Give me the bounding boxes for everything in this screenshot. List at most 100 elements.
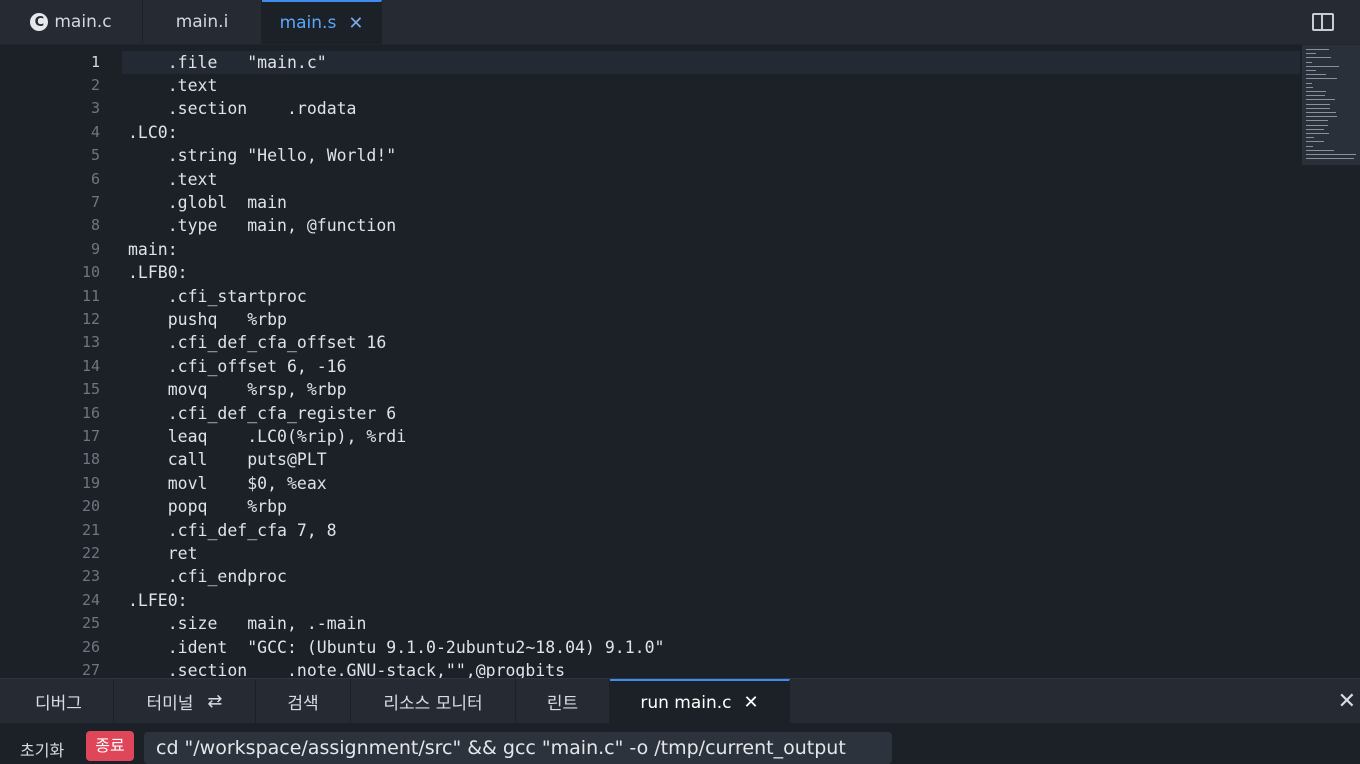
code-line[interactable]: 22 ret: [0, 542, 1300, 565]
code-text: .LFE0:: [128, 590, 188, 610]
code-line[interactable]: 10 .LFB0:: [0, 261, 1300, 284]
tab-label: 디버그: [35, 694, 82, 714]
tab-search[interactable]: 검색: [256, 679, 351, 724]
c-language-icon: C: [30, 13, 49, 31]
code-line[interactable]: 18 call puts@PLT: [0, 448, 1300, 471]
split-editor-icon[interactable]: [1312, 13, 1334, 31]
code-line[interactable]: 17 leaq .LC0(%rip), %rdi: [0, 425, 1300, 448]
tab-main-c[interactable]: C main.c: [0, 0, 143, 44]
code-line[interactable]: 20 popq %rbp: [0, 495, 1300, 518]
code-line[interactable]: 11 .cfi_startproc: [0, 285, 1300, 308]
code-text: pushq %rbp: [128, 309, 287, 329]
tab-lint[interactable]: 린트: [516, 679, 610, 724]
tab-resource-monitor[interactable]: 리소스 모니터: [351, 679, 516, 724]
line-number: 23: [81, 567, 100, 586]
code-text: .LFB0:: [128, 263, 188, 283]
code-text: .cfi_startproc: [128, 286, 307, 306]
tab-terminal[interactable]: 터미널 ⇄: [114, 679, 256, 724]
tab-run-main-c[interactable]: run main.c ✕: [610, 679, 790, 724]
code-line[interactable]: 7 .globl main: [0, 191, 1300, 214]
code-line[interactable]: 23 .cfi_endproc: [0, 565, 1300, 588]
line-number: 26: [81, 637, 100, 656]
close-tab-icon[interactable]: ✕: [348, 13, 363, 34]
minimap-line: [1306, 91, 1326, 92]
line-number: 13: [81, 333, 100, 352]
bottom-panel-tabs: 디버그 터미널 ⇄ 검색 리소스 모니터 린트 run main.c ✕ ✕: [0, 678, 1360, 724]
minimap-line: [1306, 78, 1337, 80]
line-number: 12: [81, 309, 100, 328]
line-number: 24: [81, 590, 100, 609]
minimap-line: [1306, 158, 1355, 160]
code-line[interactable]: 26 .ident "GCC: (Ubuntu 9.1.0-2ubuntu2~1…: [0, 636, 1300, 659]
tab-label: main.s: [279, 13, 337, 33]
minimap-line: [1306, 86, 1313, 88]
code-line[interactable]: 16 .cfi_def_cfa_register 6: [0, 402, 1300, 425]
line-number: 22: [81, 543, 100, 562]
minimap-line: [1306, 145, 1313, 147]
minimap-line: [1306, 107, 1331, 109]
code-editor[interactable]: 1 .file "main.c" 2 .text 3 .section .rodat…: [0, 45, 1360, 678]
line-number: 20: [81, 497, 100, 516]
code-line[interactable]: 15 movq %rsp, %rbp: [0, 378, 1300, 401]
close-tab-icon[interactable]: ✕: [744, 692, 759, 713]
code-line[interactable]: 2 .text: [0, 74, 1300, 97]
code-line[interactable]: 13 .cfi_def_cfa_offset 16: [0, 331, 1300, 354]
tab-main-s[interactable]: main.s ✕: [262, 0, 382, 44]
tab-label: run main.c: [640, 692, 732, 713]
line-number: 17: [81, 426, 100, 445]
code-line[interactable]: 27 .section .note.GNU-stack,"",@progbits: [0, 659, 1300, 678]
code-text: call puts@PLT: [128, 450, 327, 470]
code-line[interactable]: 12 pushq %rbp: [0, 308, 1300, 331]
line-number: 27: [81, 660, 100, 678]
refresh-icon[interactable]: ⇄: [207, 691, 222, 712]
tab-label: 리소스 모니터: [383, 694, 483, 714]
tab-main-i[interactable]: main.i: [143, 0, 262, 44]
line-number: 19: [81, 473, 100, 492]
line-number: 25: [81, 614, 100, 633]
tab-debug[interactable]: 디버그: [4, 679, 114, 724]
code-line[interactable]: 9 main:: [0, 238, 1300, 261]
command-output: cd "/workspace/assignment/src" && gcc "m…: [144, 732, 892, 764]
code-line[interactable]: 6 .text: [0, 168, 1300, 191]
stop-button[interactable]: 종료: [86, 731, 134, 761]
code-line[interactable]: 24 .LFE0:: [0, 589, 1300, 612]
minimap-line: [1306, 124, 1328, 126]
code-line[interactable]: 25 .size main, .-main: [0, 612, 1300, 635]
code-line[interactable]: 3 .section .rodata: [0, 97, 1300, 120]
minimap-line: [1306, 61, 1312, 63]
close-panel-icon[interactable]: ✕: [1338, 689, 1356, 714]
code-text: movl $0, %eax: [128, 473, 327, 493]
code-line[interactable]: 8 .type main, @function: [0, 214, 1300, 237]
minimap-line: [1306, 120, 1328, 122]
minimap-line: [1306, 53, 1316, 55]
tab-label: main.i: [175, 12, 229, 32]
line-number: 16: [81, 403, 100, 422]
code-line[interactable]: 5 .string "Hello, World!": [0, 144, 1300, 167]
code-text: .type main, @function: [128, 216, 397, 236]
code-text: .cfi_endproc: [128, 567, 287, 587]
line-number: 11: [81, 286, 100, 305]
code-text: .text: [128, 169, 218, 189]
code-line[interactable]: 4 .LC0:: [0, 121, 1300, 144]
line-number: 2: [90, 75, 100, 94]
code-text: .section .rodata: [128, 99, 357, 119]
code-text: .section .note.GNU-stack,"",@progbits: [128, 660, 566, 678]
code-text: movq %rsp, %rbp: [128, 380, 347, 400]
code-line[interactable]: 21 .cfi_def_cfa 7, 8: [0, 519, 1300, 542]
minimap-line: [1306, 99, 1335, 101]
code-line[interactable]: 1 .file "main.c": [0, 50, 1300, 74]
minimap-line: [1306, 128, 1324, 130]
code-line[interactable]: 14 .cfi_offset 6, -16: [0, 355, 1300, 378]
reset-button[interactable]: 초기화: [20, 737, 64, 761]
minimap[interactable]: [1302, 45, 1360, 165]
code-text: .globl main: [128, 192, 287, 212]
line-number: 1: [90, 52, 100, 71]
code-text: .cfi_def_cfa_offset 16: [128, 333, 387, 353]
minimap-line: [1306, 103, 1331, 105]
code-text: .LC0:: [128, 122, 178, 142]
code-text: .string "Hello, World!": [128, 146, 397, 166]
line-number: 14: [81, 356, 100, 375]
code-line[interactable]: 19 movl $0, %eax: [0, 472, 1300, 495]
line-number: 8: [90, 216, 100, 235]
minimap-line: [1306, 133, 1330, 134]
